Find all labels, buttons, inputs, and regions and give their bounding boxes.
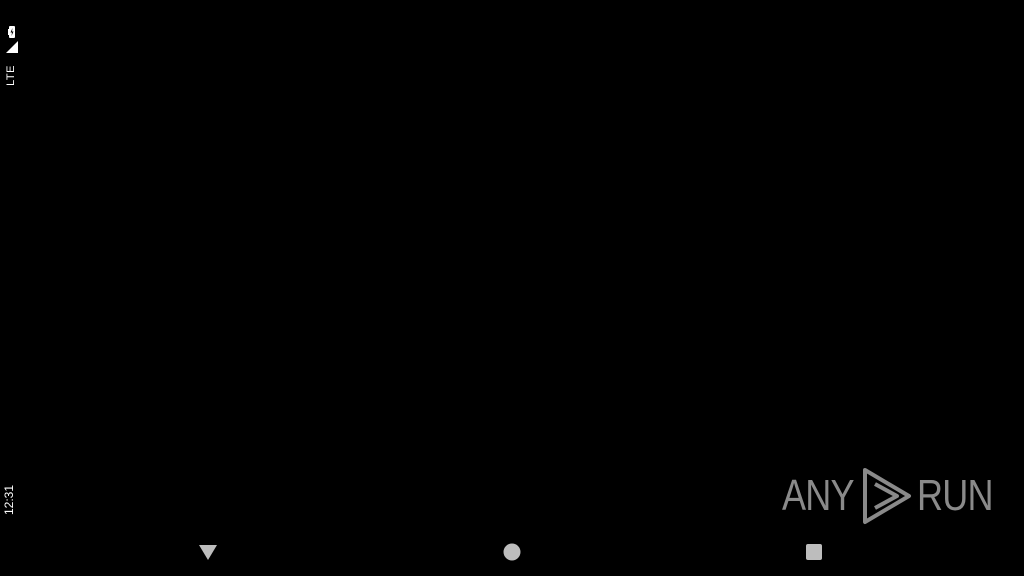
home-button[interactable] bbox=[502, 542, 522, 562]
navigation-bar bbox=[0, 528, 1024, 576]
cell-signal-icon bbox=[6, 41, 18, 53]
back-triangle-icon bbox=[199, 545, 217, 560]
battery-charging-icon bbox=[8, 26, 15, 38]
screen: LTE 12:31 ANY RUN bbox=[0, 0, 1024, 576]
watermark-text-right: RUN bbox=[917, 471, 994, 520]
watermark-text-left: ANY bbox=[782, 471, 855, 520]
back-button[interactable] bbox=[198, 542, 218, 562]
recents-button[interactable] bbox=[804, 542, 824, 562]
status-clock: 12:31 bbox=[2, 484, 17, 516]
network-type-label: LTE bbox=[4, 65, 17, 86]
home-circle-icon bbox=[503, 543, 521, 561]
anyrun-watermark: ANY RUN bbox=[782, 466, 1010, 526]
play-triangle-logo-icon bbox=[863, 468, 912, 524]
recents-square-icon bbox=[806, 544, 822, 560]
status-bar-indicators: LTE bbox=[2, 26, 22, 86]
